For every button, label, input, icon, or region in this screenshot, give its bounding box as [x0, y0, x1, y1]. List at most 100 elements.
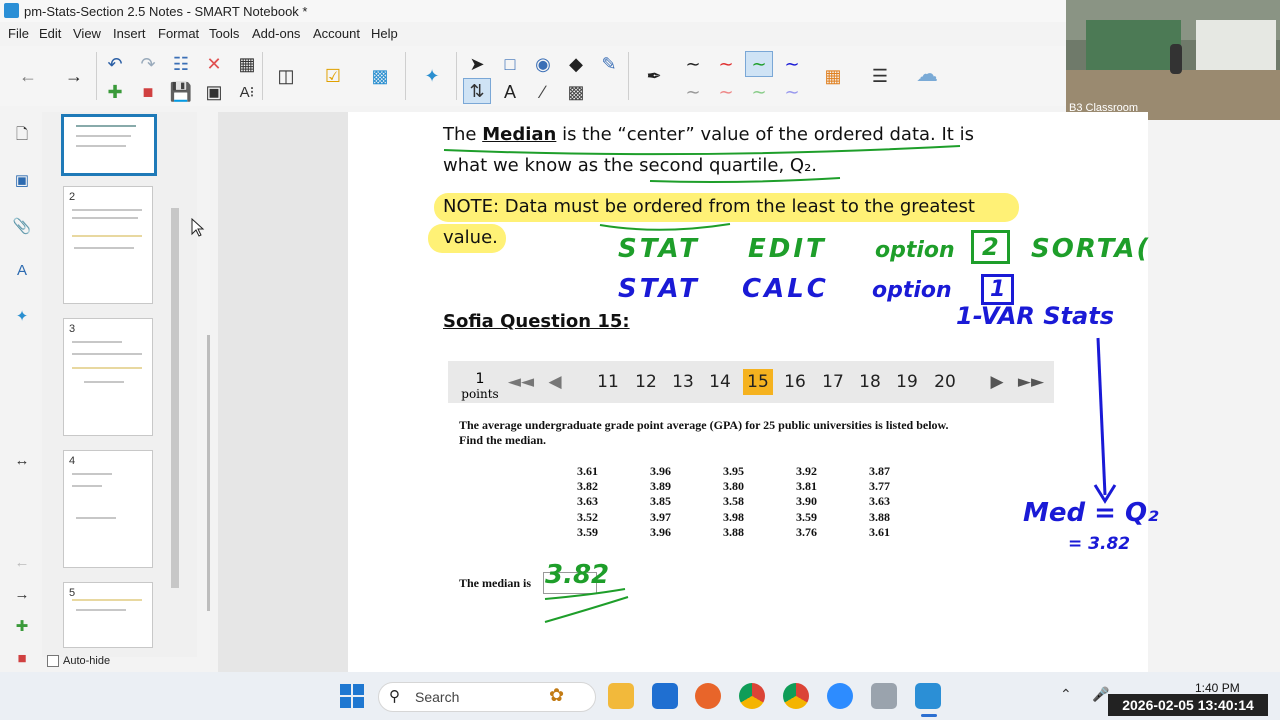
sidebar-add-page-icon[interactable]: ✚ — [10, 614, 34, 638]
screen-shade-icon[interactable]: ▣ — [201, 80, 227, 104]
gpa-cell: 3.97 — [650, 510, 671, 524]
file-explorer-icon[interactable] — [608, 683, 634, 709]
paste-icon[interactable]: ☷ — [168, 52, 194, 76]
question-14[interactable]: 14 — [705, 369, 735, 395]
menu-tools[interactable]: Tools — [209, 26, 239, 41]
next-page-icon[interactable]: → — [61, 64, 87, 88]
page-thumbnail-2[interactable]: 2 — [63, 186, 153, 304]
windows-start-icon[interactable] — [340, 684, 364, 708]
question-20[interactable]: 20 — [930, 369, 960, 395]
eraser-icon[interactable]: ▩ — [563, 80, 589, 104]
search-highlight-icon: ✿ — [549, 685, 565, 705]
last-page-icon[interactable]: ►► — [1016, 369, 1046, 395]
hw-calc: CALC — [742, 274, 829, 304]
smart-notebook-taskbar-icon[interactable] — [915, 683, 941, 709]
add-ons-tab-icon[interactable]: ✦ — [10, 304, 34, 328]
magic-pen-icon[interactable]: ⇅ — [463, 78, 491, 104]
add-page-icon[interactable]: ✚ — [102, 80, 128, 104]
question-16[interactable]: 16 — [780, 369, 810, 395]
text-format-icon[interactable]: A⁝ — [234, 80, 260, 104]
table-icon[interactable]: ▦ — [234, 52, 260, 76]
delete-page-icon[interactable]: ■ — [135, 80, 161, 104]
gpa-cell: 3.63 — [577, 494, 598, 508]
pen-black-icon[interactable]: ∼ — [680, 52, 706, 76]
chrome-icon[interactable] — [739, 683, 765, 709]
question-11[interactable]: 11 — [593, 369, 623, 395]
sorter-scrollbar[interactable] — [168, 118, 182, 653]
question-17[interactable]: 17 — [818, 369, 848, 395]
auto-hide-checkbox[interactable]: Auto-hide — [47, 655, 110, 668]
pen-green-icon[interactable]: ∼ — [745, 51, 773, 77]
green-underline-strokes — [443, 145, 961, 231]
calculator-icon[interactable] — [871, 683, 897, 709]
text-icon[interactable]: A — [497, 80, 523, 104]
highlighter-green-icon[interactable]: ∼ — [746, 80, 772, 104]
move-sidebar-icon[interactable]: ↔ — [10, 448, 34, 472]
sidebar-resize-handle[interactable] — [207, 335, 210, 611]
menu-edit[interactable]: Edit — [39, 26, 61, 41]
microphone-icon[interactable]: 🎤 — [1092, 686, 1109, 703]
sidebar-prev-icon[interactable]: ← — [10, 550, 34, 574]
gallery-tab-icon[interactable]: ▣ — [10, 168, 34, 192]
menu-add-ons[interactable]: Add-ons — [252, 26, 300, 41]
redo-icon[interactable]: ↷ — [135, 52, 161, 76]
line-style-icon[interactable]: ☰ — [867, 64, 893, 88]
menu-help[interactable]: Help — [371, 26, 398, 41]
previous-page-icon[interactable]: ← — [15, 64, 41, 88]
display-icon[interactable]: ◫ — [273, 64, 299, 88]
page-thumbnail-1[interactable] — [61, 114, 157, 176]
highlighter-black-icon[interactable]: ∼ — [680, 80, 706, 104]
gpa-cell: 3.59 — [577, 525, 598, 539]
menu-view[interactable]: View — [73, 26, 101, 41]
sidebar-delete-page-icon[interactable]: ■ — [10, 646, 34, 670]
save-icon[interactable]: 💾 — [168, 80, 194, 104]
microsoft-store-icon[interactable] — [652, 683, 678, 709]
color-palette-icon[interactable]: ▦ — [820, 64, 846, 88]
page-thumbnail-4[interactable]: 4 — [63, 450, 153, 568]
taskbar-clock[interactable]: 1:40 PM — [1195, 681, 1240, 695]
tray-chevron-icon[interactable]: ⌃ — [1060, 686, 1072, 703]
fill-icon[interactable]: ◆ — [563, 52, 589, 76]
menu-account[interactable]: Account — [313, 26, 360, 41]
search-icon: ⚲ — [389, 688, 400, 705]
hw-1-var-stats: 1-VAR Stats — [956, 302, 1114, 330]
lesson-activity-icon[interactable]: ▩ — [367, 64, 393, 88]
prev-question-icon[interactable]: ◀ — [540, 369, 570, 395]
properties-tab-icon[interactable]: A — [10, 258, 34, 282]
add-ons-puzzle-icon[interactable]: ✦ — [419, 64, 445, 88]
pen-red-icon[interactable]: ∼ — [713, 52, 739, 76]
page-sorter-tab-icon[interactable]: 🗋 — [10, 124, 34, 148]
taskbar-search[interactable]: ⚲ Search ✿ — [378, 682, 596, 712]
page-thumbnail-3[interactable]: 3 — [63, 318, 153, 436]
hw-sorta: SORTA( — [1031, 234, 1151, 264]
question-18[interactable]: 18 — [855, 369, 885, 395]
chrome-profile-icon[interactable] — [783, 683, 809, 709]
pen-icon[interactable]: ✒ — [641, 64, 667, 88]
next-question-icon[interactable]: ▶ — [982, 369, 1012, 395]
line-icon[interactable]: ∕ — [530, 80, 556, 104]
menu-format[interactable]: Format — [158, 26, 199, 41]
question-12[interactable]: 12 — [631, 369, 661, 395]
undo-icon[interactable]: ↶ — [102, 52, 128, 76]
properties-cloud-icon[interactable]: ☁ — [914, 61, 940, 86]
attachments-tab-icon[interactable]: 📎 — [10, 214, 34, 238]
highlighter-red-icon[interactable]: ∼ — [713, 80, 739, 104]
menu-file[interactable]: File — [8, 26, 29, 41]
pen-blue-icon[interactable]: ∼ — [779, 52, 805, 76]
firefox-icon[interactable] — [695, 683, 721, 709]
regular-shapes-icon[interactable]: ◉ — [530, 52, 556, 76]
select-arrow-icon[interactable]: ➤ — [464, 52, 490, 76]
question-15-current[interactable]: 15 — [743, 369, 773, 395]
pen-tool-icon[interactable]: ✎ — [596, 52, 622, 76]
question-19[interactable]: 19 — [892, 369, 922, 395]
highlighter-blue-icon[interactable]: ∼ — [779, 80, 805, 104]
page-thumbnail-5[interactable]: 5 — [63, 582, 153, 648]
sidebar-next-icon[interactable]: → — [10, 582, 34, 606]
shapes-icon[interactable]: □ — [497, 52, 523, 76]
first-page-icon[interactable]: ◄◄ — [506, 369, 536, 395]
menu-insert[interactable]: Insert — [113, 26, 146, 41]
activity-icon[interactable]: ☑ — [320, 64, 346, 88]
question-13[interactable]: 13 — [668, 369, 698, 395]
zoom-icon[interactable] — [827, 683, 853, 709]
delete-icon[interactable]: ✕ — [201, 52, 227, 76]
